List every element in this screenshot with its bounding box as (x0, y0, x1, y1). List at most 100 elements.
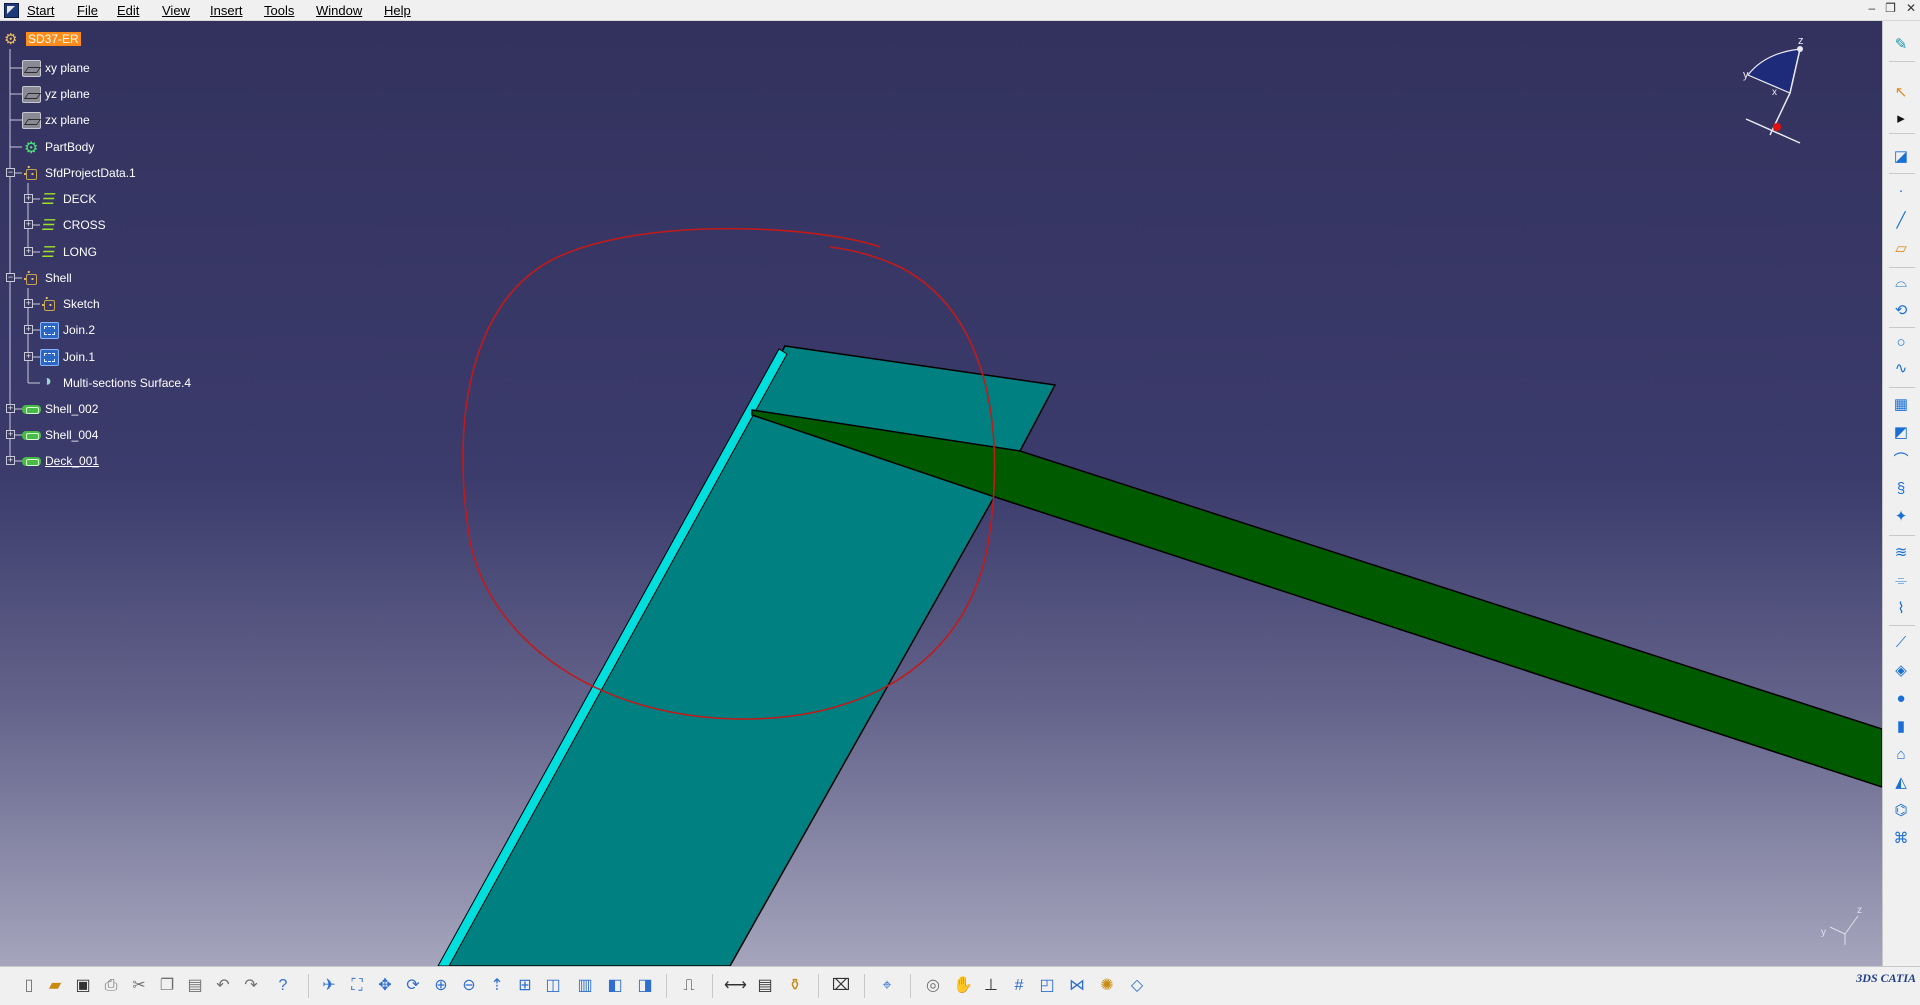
blend-icon[interactable]: ⌇ (1890, 599, 1912, 619)
spline-icon[interactable]: ∿ (1890, 359, 1912, 379)
expand-toggle[interactable]: + (24, 299, 33, 308)
expand-toggle[interactable]: + (24, 247, 33, 256)
point-icon[interactable]: · (1890, 181, 1912, 201)
expand-toggle[interactable]: + (24, 194, 33, 203)
extrude-icon[interactable]: ⌓ (1890, 273, 1912, 293)
tree-item-partbody[interactable]: PartBody (22, 137, 94, 158)
tree-item-cross[interactable]: CROSS (40, 215, 106, 235)
tree-item-xy-plane[interactable]: xy plane (22, 58, 90, 78)
grid-icon[interactable]: # (1008, 975, 1030, 997)
tree-item-sketch[interactable]: Sketch (40, 292, 100, 314)
open-icon[interactable]: ▰ (44, 975, 66, 997)
new-icon[interactable]: ▯ (18, 975, 40, 997)
close-button[interactable]: ✕ (1906, 1, 1916, 15)
hand-icon[interactable]: ✋ (952, 975, 974, 997)
offset-icon[interactable]: ⟋ (1890, 633, 1912, 653)
minimize-button[interactable]: – (1868, 1, 1875, 15)
cylinder-view-icon[interactable]: ◰ (1036, 975, 1058, 997)
tree-item-zx-plane[interactable]: zx plane (22, 110, 90, 130)
collapse-toggle[interactable]: − (6, 168, 15, 177)
collapse-toggle[interactable]: − (6, 273, 15, 282)
cut-icon[interactable]: ✂ (128, 975, 150, 997)
tree-item-sfdprojectdata[interactable]: SfdProjectData.1 (22, 161, 136, 183)
curve-icon[interactable]: ⌒ (1890, 451, 1912, 471)
expand-toggle[interactable]: + (6, 456, 15, 465)
print-icon[interactable]: ⎙ (100, 975, 122, 997)
edge-analysis-icon[interactable]: ⋈ (1066, 975, 1088, 997)
tree-item-deck-001[interactable]: Deck_001 (22, 451, 99, 471)
tree-item-join-2[interactable]: Join.2 (40, 320, 95, 340)
compass-icon[interactable]: ⌖ (876, 975, 898, 997)
plane-icon[interactable]: ▱ (1890, 239, 1912, 259)
restore-button[interactable]: ❐ (1885, 1, 1896, 15)
plate-surface[interactable] (439, 345, 1057, 966)
copy-icon[interactable]: ❐ (156, 975, 178, 997)
paste-icon[interactable]: ▤ (184, 975, 206, 997)
sphere-icon[interactable]: ● (1890, 689, 1912, 709)
inertia-icon[interactable]: ⚱ (784, 975, 806, 997)
axis-icon[interactable]: ⊥ (980, 975, 1002, 997)
sketcher-icon[interactable]: ✎ (1890, 35, 1912, 55)
save-icon[interactable]: ▣ (72, 975, 94, 997)
lighting-icon[interactable]: ✺ (1096, 975, 1118, 997)
menu-window[interactable]: Window (316, 3, 362, 18)
fly-icon[interactable]: ✈ (318, 975, 340, 997)
multi-view-icon[interactable]: ⊞ (514, 975, 536, 997)
expand-toggle[interactable]: + (24, 352, 33, 361)
rendering-icon[interactable]: ◎ (922, 975, 944, 997)
menu-help[interactable]: Help (384, 3, 411, 18)
tree-item-yz-plane[interactable]: yz plane (22, 84, 90, 104)
whats-this-icon[interactable]: ? (272, 975, 294, 997)
mass-icon[interactable]: ▤ (754, 975, 776, 997)
wire-icon[interactable]: ⌬ (1890, 801, 1912, 821)
shading-icon[interactable]: ▥ (574, 975, 596, 997)
multi-section-icon[interactable]: ◈ (1890, 661, 1912, 681)
sketch-icon[interactable]: ◪ (1890, 147, 1912, 167)
3d-viewport[interactable]: SD37-ER xy plane yz plane zx plane PartB… (0, 21, 1882, 966)
tree-item-shell-002[interactable]: Shell_002 (22, 399, 98, 419)
menu-edit[interactable]: Edit (117, 3, 139, 18)
fit-all-icon[interactable]: ⛶ (346, 975, 368, 997)
select-icon[interactable]: ↖ (1890, 83, 1912, 103)
zoom-in-icon[interactable]: ⊕ (430, 975, 452, 997)
cylinder-icon[interactable]: ▮ (1890, 717, 1912, 737)
revolve-icon[interactable]: ⟲ (1890, 301, 1912, 321)
fill-icon[interactable]: ⌯ (1890, 571, 1912, 591)
tree-item-multi-sections-surface[interactable]: Multi-sections Surface.4 (40, 373, 191, 393)
expand-icon[interactable]: ▸ (1890, 109, 1912, 129)
helix-icon[interactable]: § (1890, 479, 1912, 499)
expand-toggle[interactable]: + (6, 430, 15, 439)
expand-toggle[interactable]: + (6, 404, 15, 413)
intersect-icon[interactable]: ✦ (1890, 507, 1912, 527)
expand-toggle[interactable]: + (24, 325, 33, 334)
menu-insert[interactable]: Insert (210, 3, 243, 18)
menu-view[interactable]: View (162, 3, 190, 18)
menu-file[interactable]: File (77, 3, 98, 18)
iso-view-icon[interactable]: ◫ (542, 975, 564, 997)
swap-space-icon[interactable]: ◨ (634, 975, 656, 997)
edge-icon[interactable]: ⌘ (1890, 829, 1912, 849)
surface-icon[interactable]: ⌂ (1890, 745, 1912, 765)
redo-icon[interactable]: ↷ (240, 975, 262, 997)
measure-icon[interactable]: ⎍ (678, 975, 700, 997)
join-icon[interactable]: ▦ (1890, 395, 1912, 415)
measure-between-icon[interactable]: ⟷ (724, 975, 747, 997)
zoom-out-icon[interactable]: ⊖ (458, 975, 480, 997)
circle-icon[interactable]: ○ (1890, 333, 1912, 353)
normal-view-icon[interactable]: ⇡ (486, 975, 508, 997)
menu-tools[interactable]: Tools (264, 3, 294, 18)
hide-show-icon[interactable]: ◧ (604, 975, 626, 997)
tree-item-shell-004[interactable]: Shell_004 (22, 425, 98, 445)
tree-item-join-1[interactable]: Join.1 (40, 347, 95, 367)
menu-start[interactable]: Start (27, 3, 54, 18)
tree-item-long[interactable]: LONG (40, 242, 97, 262)
rotate-icon[interactable]: ⟳ (402, 975, 424, 997)
pan-icon[interactable]: ✥ (374, 975, 396, 997)
compass-widget[interactable]: y x z (1730, 31, 1830, 156)
tree-item-deck[interactable]: DECK (40, 189, 96, 209)
tree-root[interactable]: SD37-ER (3, 29, 81, 49)
healing-icon[interactable]: ◩ (1890, 423, 1912, 443)
sweep-icon[interactable]: ≋ (1890, 543, 1912, 563)
expand-toggle[interactable]: + (24, 220, 33, 229)
catia-app-icon[interactable] (4, 3, 19, 18)
